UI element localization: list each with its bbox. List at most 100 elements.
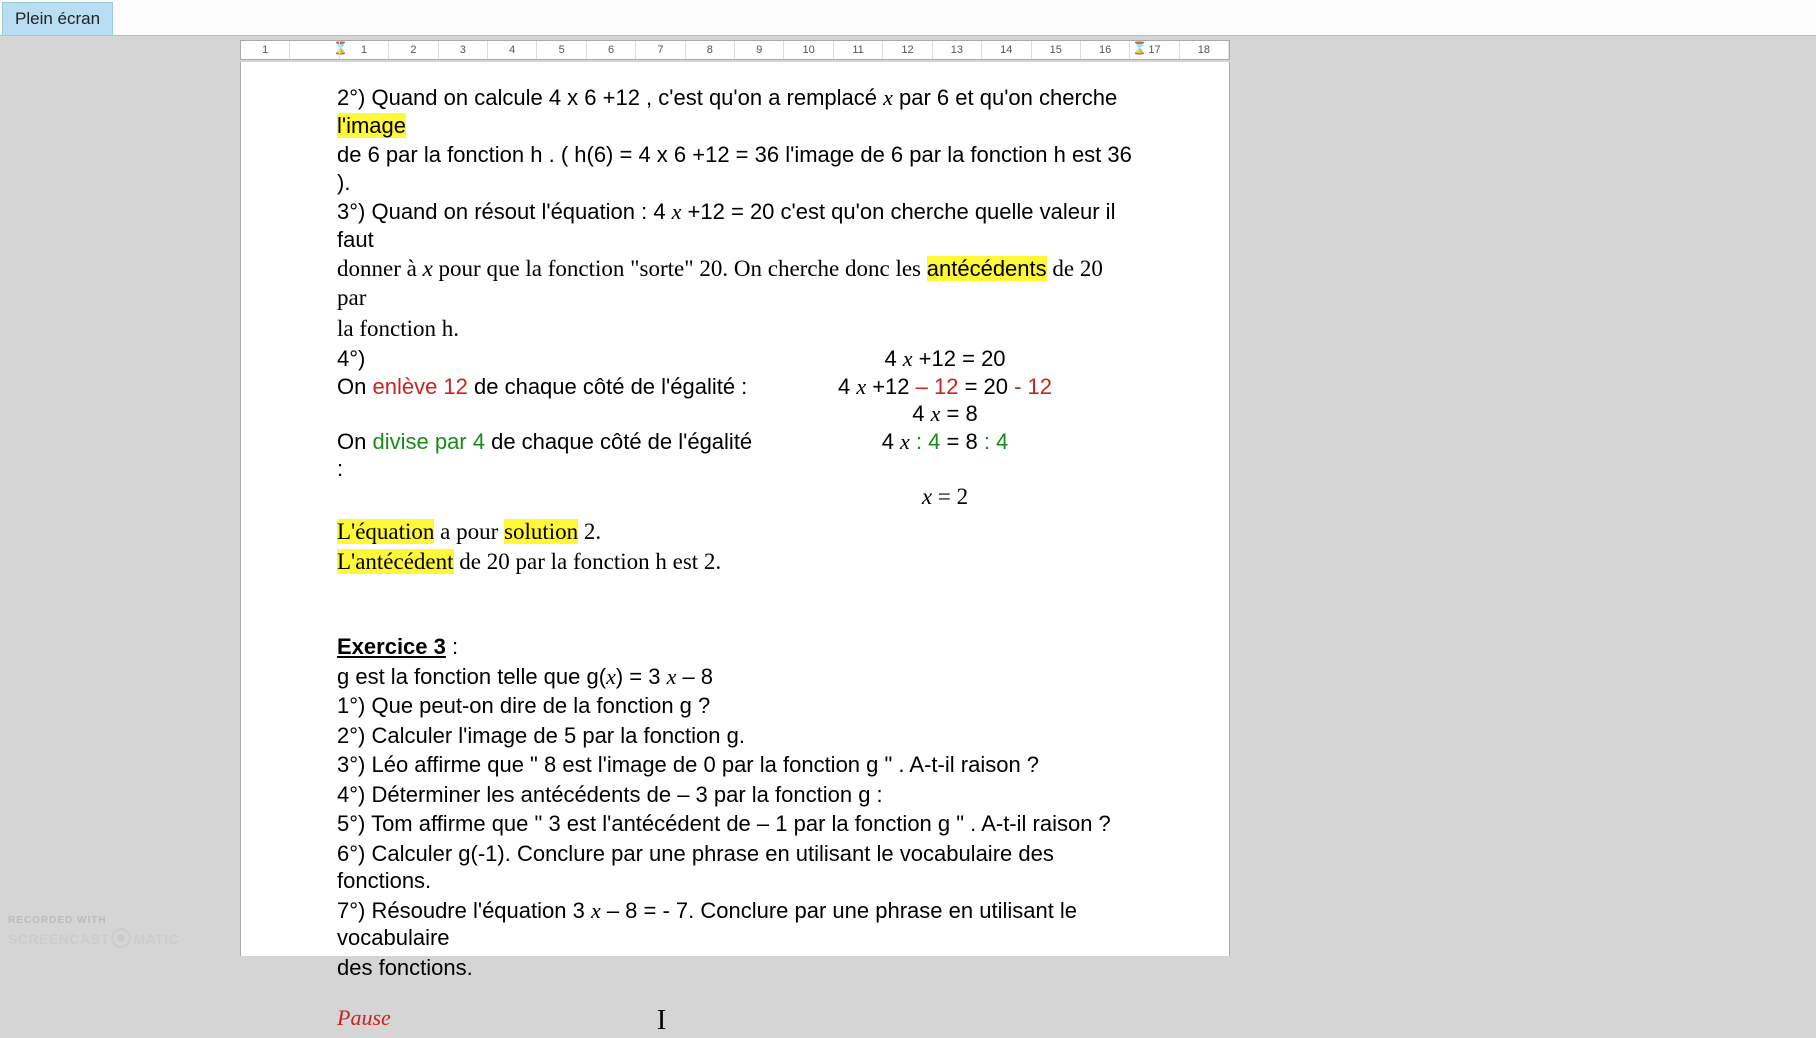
op-divide: divise par 4 — [372, 429, 485, 454]
text: On — [337, 429, 372, 454]
highlight-antecedent: L'antécédent — [337, 549, 454, 574]
text: 4 — [838, 374, 856, 399]
ruler-tick: 3 — [439, 41, 488, 59]
document-page[interactable]: 2°) Quand on calcule 4 x 6 +12 , c'est q… — [240, 62, 1230, 956]
step-label: On enlève 12 de chaque côté de l'égalité… — [337, 373, 757, 401]
highlight-antecedents: antécédents — [927, 256, 1047, 281]
spacer — [337, 579, 1133, 633]
body-line: donner à x pour que la fonction "sorte" … — [337, 255, 1133, 313]
text: = 2 — [932, 484, 968, 509]
text: a pour — [434, 519, 504, 544]
equation: 4 x = 8 — [757, 400, 1133, 428]
var-x: x — [856, 374, 866, 399]
var-x: x — [606, 664, 616, 689]
ruler-tick: 1 — [340, 41, 389, 59]
body-line: 6°) Calculer g(-1). Conclure par une phr… — [337, 840, 1133, 895]
equation-row: 4°) 4 x +12 = 20 — [337, 345, 1133, 373]
op-remove: enlève 12 — [372, 374, 467, 399]
body-line: 4°) Déterminer les antécédents de – 3 pa… — [337, 781, 1133, 809]
text: 2. — [578, 519, 601, 544]
text: On — [337, 374, 372, 399]
ruler-tick: 17 — [1130, 41, 1179, 59]
op-div4: : 4 — [916, 429, 940, 454]
pause-line: Pause I — [337, 1003, 1133, 1038]
step-label — [337, 483, 757, 512]
text: ) = 3 — [616, 664, 667, 689]
exercise-heading: Exercice 3 : — [337, 633, 1133, 661]
text: +12 = 20 — [913, 346, 1006, 371]
watermark-logo-icon — [111, 928, 131, 948]
highlight-image: l'image — [337, 113, 406, 138]
text: : — [446, 634, 458, 659]
text: de chaque côté de l'égalité : — [468, 374, 747, 399]
var-x: x — [667, 664, 677, 689]
equation-result: x = 2 — [757, 483, 1133, 512]
ruler-tick: 2 — [389, 41, 438, 59]
equation: 4 x +12 = 20 — [757, 345, 1133, 373]
watermark-small: RECORDED WITH — [8, 915, 179, 926]
workspace: ⌛ ⌛ 1 1 2 3 4 5 6 7 8 9 10 11 12 13 14 1… — [0, 36, 1816, 956]
text: 3°) Quand on résout l'équation : 4 — [337, 199, 672, 224]
op-minus: - 12 — [1014, 374, 1052, 399]
text: donner à — [337, 256, 423, 281]
body-line: des fonctions. — [337, 954, 1133, 982]
var-x: x — [922, 484, 932, 509]
ruler-tick — [290, 41, 339, 59]
body-line: de 6 par la fonction h . ( h(6) = 4 x 6 … — [337, 141, 1133, 196]
text: 2°) Quand on calcule 4 x 6 +12 , c'est q… — [337, 85, 883, 110]
ruler-tick: 16 — [1081, 41, 1130, 59]
body-line: 5°) Tom affirme que " 3 est l'antécédent… — [337, 810, 1133, 838]
body-line: 2°) Quand on calcule 4 x 6 +12 , c'est q… — [337, 84, 1133, 139]
ruler-tick: 5 — [537, 41, 586, 59]
text-cursor-icon: I — [657, 1003, 666, 1038]
ruler-tick: 1 — [241, 41, 290, 59]
var-x: x — [903, 346, 913, 371]
body-line: g est la fonction telle que g(x) = 3 x –… — [337, 663, 1133, 691]
body-line: L'équation a pour solution 2. — [337, 518, 1133, 547]
ruler-tick: 6 — [587, 41, 636, 59]
app-topbar: Plein écran — [0, 0, 1816, 36]
horizontal-ruler: ⌛ ⌛ 1 1 2 3 4 5 6 7 8 9 10 11 12 13 14 1… — [240, 40, 1230, 60]
op-minus: – 12 — [916, 374, 959, 399]
recorder-watermark: RECORDED WITH SCREENCASTMATIC — [8, 915, 179, 948]
fullscreen-button[interactable]: Plein écran — [2, 2, 113, 36]
var-x: x — [900, 429, 910, 454]
equation: 4 x : 4 = 8 : 4 — [757, 428, 1133, 483]
body-line: L'antécédent de 20 par la fonction h est… — [337, 548, 1133, 577]
ruler-tick: 9 — [735, 41, 784, 59]
text: = 20 — [958, 374, 1014, 399]
text: 4 — [884, 346, 902, 371]
ruler-tick: 8 — [686, 41, 735, 59]
highlight-equation: L'équation — [337, 519, 434, 544]
step-label — [337, 400, 757, 428]
var-x: x — [883, 85, 893, 110]
ruler-tick: 14 — [982, 41, 1031, 59]
body-line: 7°) Résoudre l'équation 3 x – 8 = - 7. C… — [337, 897, 1133, 952]
text: 4 — [882, 429, 900, 454]
ruler-tick: 10 — [784, 41, 833, 59]
exercise-title: Exercice 3 — [337, 634, 446, 659]
ruler-tick: 18 — [1180, 41, 1229, 59]
step-label: 4°) — [337, 345, 757, 373]
ruler-tick: 15 — [1032, 41, 1081, 59]
text: par 6 et qu'on cherche — [893, 85, 1117, 110]
text: de 20 par la fonction h est 2. — [454, 549, 722, 574]
text: 7°) Résoudre l'équation 3 — [337, 898, 591, 923]
equation-row: 4 x = 8 — [337, 400, 1133, 428]
watermark-brand-a: SCREENCAST — [8, 931, 109, 947]
ruler-tick: 13 — [933, 41, 982, 59]
body-line: 1°) Que peut-on dire de la fonction g ? — [337, 692, 1133, 720]
highlight-solution: solution — [504, 519, 578, 544]
ruler-tick: 7 — [636, 41, 685, 59]
text: = 8 — [940, 401, 977, 426]
text: 4 — [912, 401, 930, 426]
text: = 8 — [940, 429, 983, 454]
equation-row: On enlève 12 de chaque côté de l'égalité… — [337, 373, 1133, 401]
text: +12 — [866, 374, 916, 399]
body-line: la fonction h. — [337, 315, 1133, 344]
var-x: x — [423, 256, 433, 281]
equation-row: x = 2 — [337, 483, 1133, 512]
var-x: x — [591, 898, 601, 923]
ruler-tick: 12 — [883, 41, 932, 59]
op-div4: : 4 — [984, 429, 1008, 454]
